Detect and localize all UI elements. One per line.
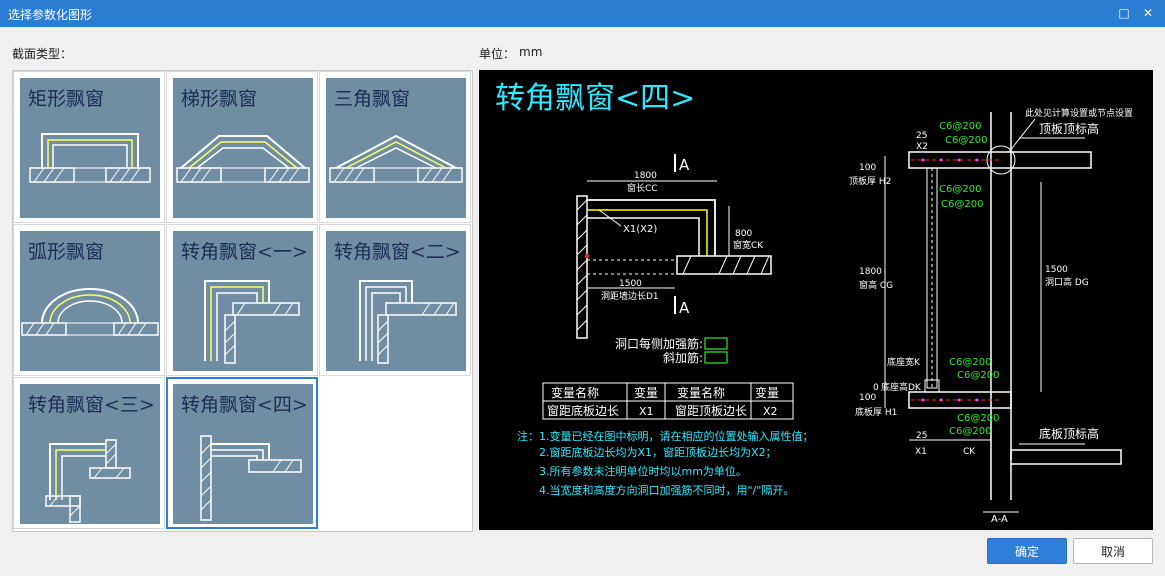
note-line: 4.当宽度和高度方向洞口加强筋不同时，用"/"隔开。: [539, 483, 794, 497]
dim-window-length: 窗长CC: [627, 182, 658, 194]
base-height: 底座高DK: [881, 381, 922, 393]
base-width: 底座宽K: [887, 356, 921, 368]
dim-x2: X2: [916, 142, 928, 152]
triangle-window-icon: [329, 134, 463, 183]
close-icon[interactable]: ✕: [1140, 5, 1156, 21]
notes: 注：1.变量已经在图中标明，请在相应的位置处输入属性值； 2.窗距底板边长均为X…: [517, 429, 814, 497]
section-note-top: 此处见计算设置或节点设置: [1025, 107, 1133, 119]
corner-window-3-icon: [45, 439, 131, 523]
dim-x1x2: X1(X2): [623, 224, 657, 235]
ok-button[interactable]: 确定: [987, 538, 1067, 564]
dim-100-top: 100: [859, 163, 876, 173]
table-header: 变量名称: [677, 385, 725, 400]
section-mark-top: A: [679, 156, 690, 174]
rebar-label: C6@200: [939, 121, 981, 132]
thumb-triangle-bay-window[interactable]: 三角飘窗: [319, 71, 471, 223]
note-line: 3.所有参数未注明单位时均以mm为单位。: [539, 464, 747, 478]
dim-800: 800: [735, 229, 752, 239]
window-title: 选择参数化图形: [8, 8, 93, 22]
rebar-label: C6@200: [949, 357, 991, 368]
rebar-label: C6@200: [949, 426, 991, 437]
thumb-corner-bay-window-4[interactable]: 转角飘窗<四>: [166, 377, 318, 529]
trapezoid-window-icon: [176, 135, 310, 183]
thumb-corner-bay-window-1[interactable]: 转角飘窗<一>: [166, 224, 318, 376]
rebar-label: C6@200: [941, 199, 983, 210]
dim-window-width: 窗宽CK: [733, 239, 764, 251]
dim-ck: CK: [963, 447, 976, 457]
rebar-label: C6@200: [945, 135, 987, 146]
rebar-label: C6@200: [939, 184, 981, 195]
section-view: 此处见计算设置或节点设置 顶板顶标高 C6@200 C6@200 C6@200 …: [849, 107, 1133, 525]
rebar-opening-swatch: [704, 337, 728, 350]
table-header: 变量名称: [551, 385, 599, 400]
thumb-rectangular-bay-window[interactable]: 矩形飘窗: [13, 71, 165, 223]
section-type-gallery: 矩形飘窗 梯形飘窗 三角飘窗 弧形飘窗 转角飘窗<一> 转角飘窗<二> 转角飘窗…: [12, 70, 473, 532]
section-name: A-A: [991, 514, 1008, 525]
thumb-corner-bay-window-2[interactable]: 转角飘窗<二>: [319, 224, 471, 376]
bottom-slab-label: 底板顶标高: [1039, 426, 1099, 441]
dim-wall-distance: 洞距墙边长D1: [601, 290, 659, 302]
rebar-label: C6@200: [957, 413, 999, 424]
rebar-label: C6@200: [957, 370, 999, 381]
table-cell: 窗距底板边长: [547, 403, 619, 418]
dim-1500-section: 1500: [1045, 265, 1068, 275]
rebar-opening-label: 洞口每侧加强筋:: [615, 336, 703, 351]
corner-window-2-icon: [359, 280, 457, 364]
dim-25-bottom: 25: [916, 431, 927, 441]
unit-label: 单位：: [479, 47, 516, 61]
thumb-corner-bay-window-3[interactable]: 转角飘窗<三>: [13, 377, 165, 529]
section-type-label: 截面类型：: [12, 47, 73, 61]
top-slab-label: 顶板顶标高: [1039, 121, 1099, 136]
rebar-diagonal-swatch: [704, 351, 728, 364]
shape-preview: 转角飘窗<四> A A 1800 窗长CC X1(X2) 800 窗宽CK 15…: [479, 70, 1153, 530]
cancel-button[interactable]: 取消: [1073, 538, 1153, 564]
dim-1800-section: 1800: [859, 267, 882, 277]
variable-table: 变量名称 变量 变量名称 变量 窗距底板边长 X1 窗距顶板边长 X2: [542, 382, 794, 420]
table-header: 变量: [755, 385, 779, 400]
unit-value: mm: [519, 45, 543, 59]
plan-view: A A 1800 窗长CC X1(X2) 800 窗宽CK 1500 洞距墙边长…: [576, 154, 772, 365]
dim-25-top: 25: [916, 131, 927, 141]
dim-1800: 1800: [634, 171, 657, 181]
corner-window-1-icon: [204, 280, 300, 364]
thumb-trapezoid-bay-window[interactable]: 梯形飘窗: [166, 71, 318, 223]
opening-height: 洞口高 DG: [1045, 276, 1089, 288]
note-line: 2.窗距底板边长均为X1，窗距顶板边长均为X2；: [539, 445, 777, 459]
maximize-icon[interactable]: □: [1116, 5, 1132, 21]
table-header: 变量: [634, 385, 658, 400]
table-cell: X1: [639, 405, 654, 418]
arc-window-icon: [21, 288, 159, 336]
dim-x1: X1: [915, 447, 927, 457]
bottom-slab-thickness: 底板厚 H1: [855, 406, 897, 418]
top-slab-thickness: 顶板厚 H2: [849, 175, 891, 187]
dim-100-bottom: 100: [859, 393, 876, 403]
dim-0: 0: [873, 383, 879, 393]
thumb-arc-bay-window[interactable]: 弧形飘窗: [13, 224, 165, 376]
dim-1500: 1500: [619, 279, 642, 289]
table-cell: 窗距顶板边长: [675, 404, 747, 418]
rectangular-window-icon: [29, 133, 151, 183]
rebar-diagonal-label: 斜加筋:: [663, 350, 703, 365]
table-cell: X2: [763, 405, 778, 418]
corner-window-4-icon: [200, 435, 302, 521]
note-line: 注：1.变量已经在图中标明，请在相应的位置处输入属性值；: [517, 429, 814, 443]
section-mark-bottom: A: [679, 299, 690, 317]
preview-title: 转角飘窗<四>: [495, 81, 695, 116]
window-height: 窗高 CG: [859, 279, 893, 291]
title-bar: 选择参数化图形 □ ✕: [0, 0, 1165, 27]
